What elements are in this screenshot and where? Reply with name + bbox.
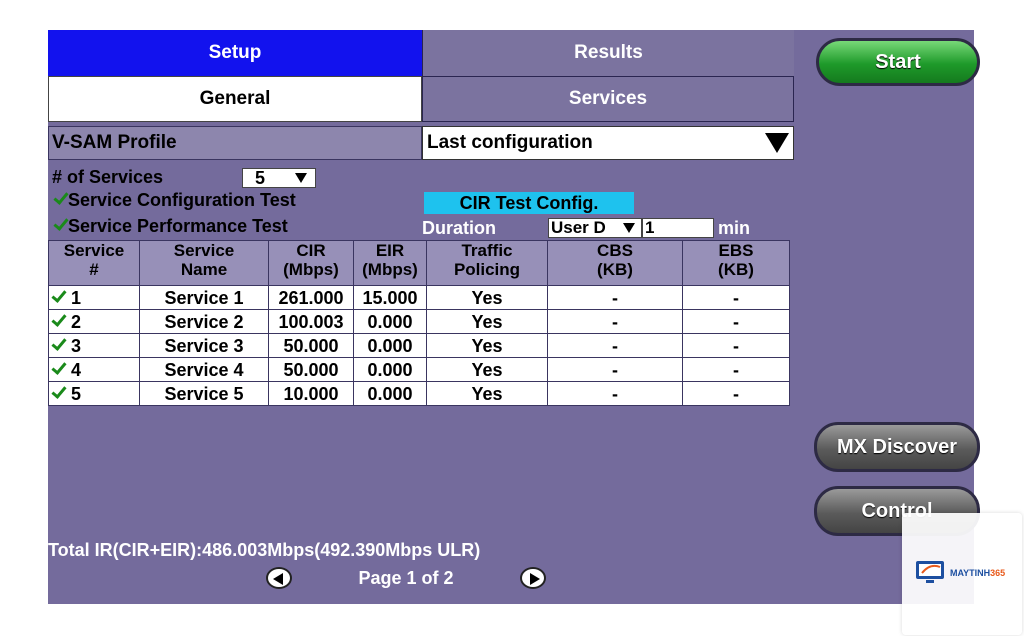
cbs-cell[interactable]: - <box>547 309 683 334</box>
table-row[interactable]: 2 Service 2 100.003 0.000 Yes - - <box>48 309 790 334</box>
ebs-cell[interactable]: - <box>682 285 790 310</box>
checkbox-checked-icon[interactable] <box>52 314 66 328</box>
checkbox-checked-icon[interactable] <box>54 192 68 206</box>
tab-services[interactable]: Services <box>422 76 794 122</box>
duration-input[interactable]: 1 <box>642 218 714 238</box>
duration-unit: min <box>718 218 751 238</box>
performance-test-option[interactable]: Service Performance Test <box>54 216 288 237</box>
eir-cell[interactable]: 0.000 <box>353 357 427 382</box>
cbs-cell[interactable]: - <box>547 333 683 358</box>
config-test-option[interactable]: Service Configuration Test <box>54 190 296 211</box>
service-name-cell[interactable]: Service 5 <box>139 381 269 406</box>
num-services-value: 5 <box>255 168 266 188</box>
next-page-icon[interactable] <box>520 567 546 589</box>
service-name-cell[interactable]: Service 3 <box>139 333 269 358</box>
column-header-eir: EIR (Mbps) <box>353 240 427 286</box>
duration-label: Duration <box>422 218 496 238</box>
service-number-cell[interactable]: 5 <box>48 381 140 406</box>
table-row[interactable]: 3 Service 3 50.000 0.000 Yes - - <box>48 333 790 358</box>
performance-test-label: Service Performance Test <box>68 216 288 236</box>
checkbox-checked-icon[interactable] <box>54 218 68 232</box>
policing-cell[interactable]: Yes <box>426 285 548 310</box>
table-row[interactable]: 5 Service 5 10.000 0.000 Yes - - <box>48 381 790 406</box>
cir-cell[interactable]: 50.000 <box>268 357 354 382</box>
ebs-cell[interactable]: - <box>682 357 790 382</box>
column-header-service-name: Service Name <box>139 240 269 286</box>
tab-general[interactable]: General <box>48 76 422 122</box>
column-header-service-number: Service # <box>48 240 140 286</box>
service-number-cell[interactable]: 2 <box>48 309 140 334</box>
checkbox-checked-icon[interactable] <box>52 338 66 352</box>
policing-cell[interactable]: Yes <box>426 357 548 382</box>
eir-cell[interactable]: 0.000 <box>353 333 427 358</box>
policing-cell[interactable]: Yes <box>426 381 548 406</box>
num-services-label: # of Services <box>52 167 164 187</box>
table-row[interactable]: 1 Service 1 261.000 15.000 Yes - - <box>48 285 790 310</box>
eir-cell[interactable]: 15.000 <box>353 285 427 310</box>
cbs-cell[interactable]: - <box>547 381 683 406</box>
service-number-cell[interactable]: 3 <box>48 333 140 358</box>
ebs-cell[interactable]: - <box>682 333 790 358</box>
policing-cell[interactable]: Yes <box>426 333 548 358</box>
eir-cell[interactable]: 0.000 <box>353 309 427 334</box>
cir-cell[interactable]: 50.000 <box>268 333 354 358</box>
ebs-cell[interactable]: - <box>682 381 790 406</box>
config-test-label: Service Configuration Test <box>68 190 296 210</box>
service-number-cell[interactable]: 1 <box>48 285 140 310</box>
table-header-row: Service # Service Name CIR (Mbps) EIR (Mbps)… <box>48 240 790 286</box>
pagination: Page 1 of 2 <box>266 566 546 590</box>
service-name-cell[interactable]: Service 1 <box>139 285 269 310</box>
vsam-screen: Setup Results General Services V-SAM Pro… <box>48 30 980 604</box>
checkbox-checked-icon[interactable] <box>52 362 66 376</box>
cir-cell[interactable]: 10.000 <box>268 381 354 406</box>
num-services-select[interactable]: 5 <box>242 168 316 188</box>
dropdown-arrow-icon <box>295 173 307 183</box>
vsam-profile-label: V-SAM Profile <box>48 126 422 160</box>
dropdown-arrow-icon <box>623 223 635 233</box>
start-button[interactable]: Start <box>816 38 980 86</box>
dropdown-arrow-icon <box>765 133 789 153</box>
previous-page-icon[interactable] <box>266 567 292 589</box>
vsam-profile-select[interactable]: Last configuration <box>422 126 794 160</box>
ebs-cell[interactable]: - <box>682 309 790 334</box>
checkbox-checked-icon[interactable] <box>52 290 66 304</box>
maytinh365-logo-icon <box>916 561 944 583</box>
cbs-cell[interactable]: - <box>547 285 683 310</box>
vsam-profile-value: Last configuration <box>427 132 593 153</box>
table-row[interactable]: 4 Service 4 50.000 0.000 Yes - - <box>48 357 790 382</box>
service-number-cell[interactable]: 4 <box>48 357 140 382</box>
tab-results[interactable]: Results <box>422 30 794 76</box>
cir-cell[interactable]: 261.000 <box>268 285 354 310</box>
duration-mode-select[interactable]: User D <box>548 218 642 238</box>
column-header-traffic-policing: Traffic Policing <box>426 240 548 286</box>
watermark-brand-text: MAYTINH365 <box>950 568 1006 578</box>
cbs-cell[interactable]: - <box>547 357 683 382</box>
service-name-cell[interactable]: Service 2 <box>139 309 269 334</box>
cir-test-config-button[interactable]: CIR Test Config. <box>424 192 634 214</box>
tab-setup[interactable]: Setup <box>48 30 422 76</box>
column-header-cbs: CBS (KB) <box>547 240 683 286</box>
cir-cell[interactable]: 100.003 <box>268 309 354 334</box>
duration-mode-value: User D <box>551 218 606 237</box>
services-table: Service # Service Name CIR (Mbps) EIR (Mbps)… <box>48 240 790 406</box>
page-indicator: Page 1 of 2 <box>358 567 454 588</box>
service-name-cell[interactable]: Service 4 <box>139 357 269 382</box>
checkbox-checked-icon[interactable] <box>52 386 66 400</box>
column-header-cir: CIR (Mbps) <box>268 240 354 286</box>
mx-discover-button[interactable]: MX Discover <box>814 422 980 472</box>
eir-cell[interactable]: 0.000 <box>353 381 427 406</box>
total-ir-text: Total IR(CIR+EIR):486.003Mbps(492.390Mbp… <box>48 540 481 560</box>
watermark-logo: MAYTINH365 <box>902 513 1022 635</box>
policing-cell[interactable]: Yes <box>426 309 548 334</box>
column-header-ebs: EBS (KB) <box>682 240 790 286</box>
